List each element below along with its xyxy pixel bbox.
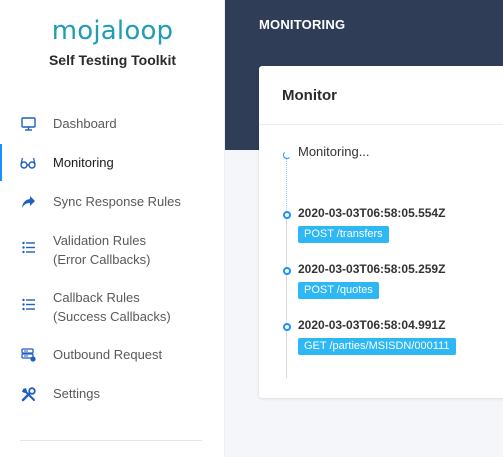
event-timestamp: 2020-03-03T06:58:04.991Z: [298, 318, 446, 332]
sidebar-item-callback-rules[interactable]: Callback Rules (Success Callbacks): [0, 288, 224, 345]
card-divider: [259, 124, 503, 125]
tools-icon: [20, 386, 36, 402]
label-line: Callback Rules: [53, 290, 140, 305]
monitor-card-title: Monitor: [282, 87, 337, 104]
sidebar-item-label: Validation Rules (Error Callbacks): [53, 231, 151, 269]
sidebar-item-label: Monitoring: [53, 155, 114, 170]
monitor-icon: [20, 116, 36, 132]
label-line: (Success Callbacks): [53, 309, 171, 324]
list-icon: [20, 239, 36, 255]
list-icon: [20, 296, 36, 312]
sidebar-divider: [20, 440, 202, 441]
sidebar-item-label: Callback Rules (Success Callbacks): [53, 288, 171, 326]
loading-spinner-icon: [283, 151, 291, 159]
timeline-line: [286, 206, 287, 378]
sidebar-item-sync-response-rules[interactable]: Sync Response Rules: [0, 192, 224, 231]
mojaloop-logo: mojaloop: [51, 16, 174, 46]
event-timestamp: 2020-03-03T06:58:05.554Z: [298, 206, 446, 220]
server-icon: [20, 347, 36, 363]
sidebar-menu: Dashboard Monitoring Sync Response Rules…: [0, 114, 224, 423]
monitor-card: Monitor Monitoring... 2020-03-03T06:58:0…: [259, 66, 503, 398]
sidebar-item-settings[interactable]: Settings: [0, 384, 224, 423]
app-title: Self Testing Toolkit: [48, 52, 177, 68]
label-line: (Error Callbacks): [53, 252, 151, 267]
sidebar-item-label: Dashboard: [53, 116, 117, 131]
timeline-dot-icon: [283, 267, 291, 275]
share-arrow-icon: [20, 194, 36, 210]
request-tag[interactable]: POST /quotes: [298, 282, 379, 299]
sidebar: mojaloop Self Testing Toolkit Dashboard …: [0, 0, 225, 457]
sidebar-item-label: Settings: [53, 386, 100, 401]
request-tag[interactable]: POST /transfers: [298, 226, 389, 243]
page-title: MONITORING: [259, 17, 346, 32]
monitoring-status: Monitoring...: [298, 144, 370, 159]
sidebar-item-dashboard[interactable]: Dashboard: [0, 114, 224, 153]
glasses-icon: [20, 155, 36, 171]
label-line: Validation Rules: [53, 233, 146, 248]
request-tag[interactable]: GET /parties/MSISDN/000111: [298, 338, 456, 355]
event-timestamp: 2020-03-03T06:58:05.259Z: [298, 262, 446, 276]
timeline-pending-line: [286, 158, 287, 206]
timeline-dot-icon: [283, 211, 291, 219]
sidebar-item-monitoring[interactable]: Monitoring: [0, 144, 224, 192]
sidebar-item-outbound-request[interactable]: Outbound Request: [0, 345, 224, 384]
sidebar-item-label: Sync Response Rules: [53, 194, 181, 209]
sidebar-item-validation-rules[interactable]: Validation Rules (Error Callbacks): [0, 231, 224, 288]
timeline-dot-icon: [283, 323, 291, 331]
sidebar-item-label: Outbound Request: [53, 347, 163, 362]
